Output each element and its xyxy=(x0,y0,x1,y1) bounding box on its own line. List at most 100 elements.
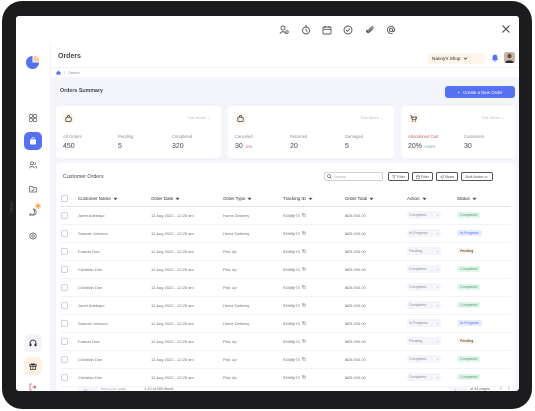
tracking-id: 9348fjr73 xyxy=(283,302,300,308)
create-order-button[interactable]: + Create a New Order xyxy=(445,86,515,98)
sidebar-item-support[interactable] xyxy=(24,334,42,352)
table-row[interactable]: Francis Doe 12 Aug 2022 - 12:25 am Pick Up… xyxy=(61,332,511,351)
period-selector[interactable]: This Week ⌄ xyxy=(187,115,210,120)
select-all-checkbox[interactable] xyxy=(61,194,68,202)
sidebar-item-orders[interactable] xyxy=(24,132,42,150)
copy-icon[interactable] xyxy=(301,339,306,344)
action-select[interactable]: Completed ⌄ xyxy=(407,283,441,291)
action-select[interactable]: Pending ⌄ xyxy=(407,337,441,345)
order-total: ₦25,000.00 xyxy=(345,206,407,225)
copy-icon[interactable] xyxy=(301,321,306,326)
sort-icon xyxy=(369,197,374,200)
copy-icon[interactable] xyxy=(301,249,306,254)
action-select[interactable]: In-Progress ⌄ xyxy=(407,229,441,237)
column-header-type[interactable]: Order Type xyxy=(223,191,283,207)
filter-button[interactable]: Filter xyxy=(388,172,409,181)
orders-table: Customer Name Order Date Order Type Trac… xyxy=(61,191,511,387)
row-checkbox[interactable] xyxy=(61,373,68,381)
row-checkbox[interactable] xyxy=(61,337,68,345)
check-circle-icon[interactable] xyxy=(343,25,353,35)
bulk-action-button[interactable]: Bulk Action xyxy=(461,172,493,181)
column-header-date[interactable]: Order Date xyxy=(151,191,223,207)
copy-icon[interactable] xyxy=(301,357,306,362)
table-row[interactable]: Samuel Johnson 12 Aug 2022 - 12:25 am Home… xyxy=(61,314,511,333)
table-row[interactable]: Janet Adebayo 12 Aug 2022 - 12:25 am Home … xyxy=(61,206,511,225)
copy-icon[interactable] xyxy=(301,213,306,218)
chevron-down-icon: ⌄ xyxy=(435,303,439,307)
row-checkbox[interactable] xyxy=(61,319,68,327)
row-checkbox[interactable] xyxy=(61,355,68,363)
row-checkbox[interactable] xyxy=(61,265,68,273)
tracking-id-cell: 9348fjr73 xyxy=(283,368,345,387)
sidebar-item-dashboard[interactable] xyxy=(24,109,42,127)
metric: Abandoned Cart 20% +0.00% xyxy=(408,134,439,150)
sidebar-item-settings[interactable] xyxy=(24,227,42,245)
prev-page-icon[interactable]: ‹ xyxy=(500,386,502,391)
at-sign-icon[interactable] xyxy=(386,25,396,35)
table-row[interactable]: Janet Adebayo 12 Aug 2022 - 12:25 am Home … xyxy=(61,296,511,315)
sidebar-item-gift[interactable] xyxy=(24,357,42,375)
date-filter-button[interactable]: Filter xyxy=(412,172,433,181)
calendar-icon[interactable] xyxy=(322,25,332,35)
copy-icon[interactable] xyxy=(301,231,306,236)
column-header-status[interactable]: Status xyxy=(457,191,511,207)
table-row[interactable]: Christian Dior 12 Aug 2022 - 12:25 am Pick… xyxy=(61,368,511,387)
tracking-id-cell: 9348fjr73 xyxy=(283,224,345,243)
copy-icon[interactable] xyxy=(301,285,306,290)
chevron-down-icon: ⌄ xyxy=(435,231,439,235)
table-row[interactable]: Christian Dior 12 Aug 2022 - 12:25 am Pick… xyxy=(61,350,511,369)
metric-value: 30 -20% xyxy=(235,143,253,150)
action-value: Pending xyxy=(409,339,423,343)
column-header-tracking[interactable]: Tracking ID xyxy=(283,191,345,207)
column-header-customer[interactable]: Customer Name xyxy=(78,191,151,207)
table-row[interactable]: Samuel Johnson 12 Aug 2022 - 12:25 am Home… xyxy=(61,224,511,243)
sidebar-item-conversations[interactable]: 3 xyxy=(24,203,42,221)
sidebar-item-inventory[interactable] xyxy=(24,180,42,198)
avatar[interactable] xyxy=(504,52,515,63)
summary-card-cart: This Week ⌄ Abandoned Cart 20% +0.00% Cust… xyxy=(401,106,515,158)
period-selector[interactable]: This Week ⌄ xyxy=(360,115,383,120)
sidebar-item-customers[interactable] xyxy=(24,156,42,174)
home-icon[interactable] xyxy=(56,70,61,75)
bell-icon[interactable] xyxy=(491,54,499,62)
close-icon[interactable] xyxy=(501,24,511,34)
row-checkbox[interactable] xyxy=(61,229,68,237)
metric-delta: -20% xyxy=(244,145,253,149)
action-select[interactable]: Completed ⌄ xyxy=(407,211,441,219)
period-selector[interactable]: This Week ⌄ xyxy=(481,115,504,120)
action-select[interactable]: Completed ⌄ xyxy=(407,265,441,273)
metric-number: 450 xyxy=(63,143,75,150)
table-row[interactable]: Christian Dior 12 Aug 2022 - 12:25 am Pick… xyxy=(61,278,511,297)
attachment-icon[interactable] xyxy=(365,25,375,35)
table-row[interactable]: Francis Doe 12 Aug 2022 - 12:25 am Pick Up… xyxy=(61,242,511,261)
people-icon[interactable] xyxy=(279,25,289,35)
per-page-select[interactable]: 10 ⌄ xyxy=(78,386,98,391)
share-button[interactable]: Share xyxy=(436,172,458,181)
search-input[interactable] xyxy=(334,174,379,179)
row-checkbox[interactable] xyxy=(61,283,68,291)
row-checkbox[interactable] xyxy=(61,211,68,219)
column-header-total[interactable]: Order Total xyxy=(345,191,407,207)
page-select[interactable]: 1 ⌄ xyxy=(449,386,467,391)
column-header-action[interactable]: Action xyxy=(407,191,457,207)
action-select[interactable]: Completed ⌄ xyxy=(407,301,441,309)
status-cell: Completed xyxy=(457,350,511,369)
copy-icon[interactable] xyxy=(301,303,306,308)
row-checkbox[interactable] xyxy=(61,301,68,309)
per-page-value: 10 xyxy=(83,388,88,392)
timer-icon[interactable] xyxy=(301,25,311,35)
action-select[interactable]: In-Progress ⌄ xyxy=(407,319,441,327)
action-select[interactable]: Pending ⌄ xyxy=(407,247,441,255)
logout-icon[interactable] xyxy=(29,383,37,391)
action-select[interactable]: Completed ⌄ xyxy=(407,355,441,363)
action-select[interactable]: Completed ⌄ xyxy=(407,373,441,381)
shop-selector[interactable]: Nanny's Shop xyxy=(428,53,485,64)
search-box[interactable] xyxy=(324,172,383,181)
chevron-down-icon: ⌄ xyxy=(435,339,439,343)
copy-icon[interactable] xyxy=(301,267,306,272)
next-page-icon[interactable]: › xyxy=(508,386,510,391)
table-row[interactable]: Christian Dior 12 Aug 2022 - 12:25 am Pick… xyxy=(61,260,511,279)
copy-icon[interactable] xyxy=(301,375,306,380)
breadcrumb-item-orders[interactable]: Orders xyxy=(68,71,80,75)
row-checkbox[interactable] xyxy=(61,247,68,255)
